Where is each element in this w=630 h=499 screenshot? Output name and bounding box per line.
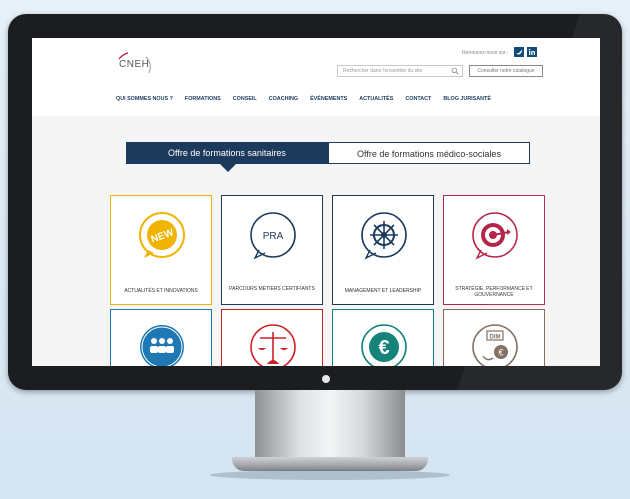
new-badge-icon: NEW <box>139 212 185 258</box>
dim-finance-icon: DIM € <box>472 324 518 366</box>
card-strategie-performance[interactable]: STRATÉGIE, PERFORMANCE ET GOUVERNANCE <box>443 195 545 305</box>
card-finance[interactable]: € <box>332 309 434 366</box>
svg-text:DIM: DIM <box>490 335 501 341</box>
cards-grid: NEW ACTUALITÉS ET INNOVATIONS PRA PARCOU… <box>32 38 600 366</box>
people-group-icon <box>140 325 184 366</box>
card-label: PARCOURS MÉTIERS CERTIFIANTS <box>229 286 315 292</box>
svg-text:€: € <box>498 348 503 358</box>
ship-wheel-icon <box>361 212 407 260</box>
card-rh[interactable] <box>110 309 212 366</box>
card-label: ACTUALITÉS ET INNOVATIONS <box>124 288 198 294</box>
praxis-icon: PRA <box>250 212 296 260</box>
card-label: STRATÉGIE, PERFORMANCE ET GOUVERNANCE <box>455 286 533 298</box>
card-juridique[interactable] <box>221 309 323 366</box>
target-icon <box>472 212 518 260</box>
monitor-power-led <box>322 375 330 383</box>
svg-text:PRA: PRA <box>263 231 284 242</box>
card-label: MANAGEMENT ET LEADERSHIP <box>344 288 422 294</box>
card-dim[interactable]: DIM € <box>443 309 545 366</box>
card-management-leadership[interactable]: MANAGEMENT ET LEADERSHIP <box>332 195 434 305</box>
svg-text:€: € <box>378 337 389 359</box>
card-parcours-metiers[interactable]: PRA PARCOURS MÉTIERS CERTIFIANTS <box>221 195 323 305</box>
stand-shadow <box>210 470 450 480</box>
monitor-stand <box>255 390 405 462</box>
website-screen: CNEH Retrouvez-nous sur : Rechercher dan… <box>32 38 600 366</box>
card-actualites-innovations[interactable]: NEW ACTUALITÉS ET INNOVATIONS <box>110 195 212 305</box>
scales-icon <box>250 324 296 366</box>
monitor-stand-base <box>232 457 428 471</box>
euro-icon: € <box>361 324 407 366</box>
